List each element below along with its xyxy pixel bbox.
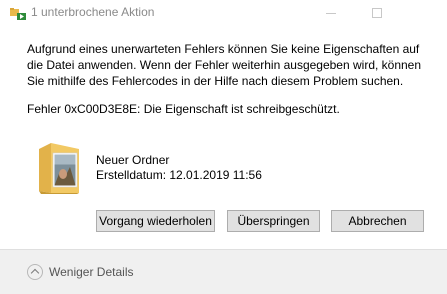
item-created-date: Erstelldatum: 12.01.2019 11:56 [96, 168, 262, 182]
error-code: Fehler 0xC00D3E8E: Die Eigenschaft ist s… [27, 102, 340, 116]
retry-button[interactable]: Vorgang wiederholen [96, 210, 215, 232]
cancel-button[interactable]: Abbrechen [331, 210, 424, 232]
folder-icon [39, 143, 79, 194]
chevron-up-icon [27, 264, 43, 280]
skip-button[interactable]: Überspringen [227, 210, 320, 232]
item-name: Neuer Ordner [96, 153, 170, 167]
title-bar: 1 unterbrochene Aktion [0, 0, 447, 26]
fewer-details-label: Weniger Details [49, 265, 134, 279]
window-title: 1 unterbrochene Aktion [31, 5, 155, 19]
folder-move-icon [10, 8, 26, 20]
fewer-details-toggle[interactable]: Weniger Details [27, 262, 133, 282]
minimize-button[interactable] [308, 0, 354, 26]
error-message: Aufgrund eines unerwarteten Fehlers könn… [27, 42, 422, 88]
maximize-button[interactable] [354, 0, 400, 26]
